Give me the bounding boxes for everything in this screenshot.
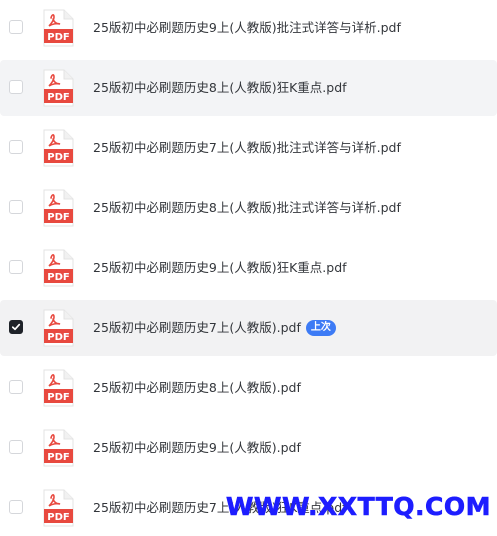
last-opened-badge: 上次 bbox=[305, 319, 336, 336]
file-name[interactable]: 25版初中必刷题历史8上(人教版)狂K重点.pdf bbox=[93, 60, 347, 116]
pdf-icon-label: PDF bbox=[47, 512, 69, 523]
pdf-file-icon: PDF bbox=[42, 369, 74, 407]
file-name-text: 25版初中必刷题历史9上(人教版)批注式详答与详析.pdf bbox=[93, 20, 401, 35]
file-row[interactable]: PDF 25版初中必刷题历史9上(人教版).pdf bbox=[0, 420, 497, 476]
checkmark-icon bbox=[11, 323, 21, 331]
pdf-file-icon: PDF bbox=[42, 69, 74, 107]
checkbox[interactable] bbox=[9, 260, 23, 274]
checkbox[interactable] bbox=[9, 440, 23, 454]
file-name[interactable]: 25版初中必刷题历史7上(人教版).pdf 上次 bbox=[93, 300, 336, 356]
file-name-text: 25版初中必刷题历史8上(人教版)狂K重点.pdf bbox=[93, 80, 347, 95]
pdf-file-icon: PDF bbox=[42, 189, 74, 227]
checkbox[interactable] bbox=[9, 500, 23, 514]
pdf-file-icon: PDF bbox=[42, 249, 74, 287]
pdf-icon-label: PDF bbox=[47, 32, 69, 43]
file-row[interactable]: PDF 25版初中必刷题历史8上(人教版)批注式详答与详析.pdf bbox=[0, 180, 497, 236]
checkbox[interactable] bbox=[9, 20, 23, 34]
file-name[interactable]: 25版初中必刷题历史9上(人教版)狂K重点.pdf bbox=[93, 240, 347, 296]
file-name[interactable]: 25版初中必刷题历史7上(人教版)批注式详答与详析.pdf bbox=[93, 120, 401, 176]
file-name-text: 25版初中必刷题历史7上(人教版)批注式详答与详析.pdf bbox=[93, 140, 401, 155]
file-row[interactable]: PDF 25版初中必刷题历史8上(人教版)狂K重点.pdf bbox=[0, 60, 497, 116]
watermark: WWW.XXTTQ.COM bbox=[225, 492, 491, 522]
checkbox-checked[interactable] bbox=[9, 320, 23, 334]
file-row[interactable]: PDF 25版初中必刷题历史8上(人教版).pdf bbox=[0, 360, 497, 416]
file-row[interactable]: PDF 25版初中必刷题历史7上(人教版).pdf 上次 bbox=[0, 300, 497, 356]
file-name-text: 25版初中必刷题历史7上(人教版).pdf bbox=[93, 320, 301, 335]
file-row[interactable]: PDF 25版初中必刷题历史9上(人教版)狂K重点.pdf bbox=[0, 240, 497, 296]
file-name-text: 25版初中必刷题历史8上(人教版).pdf bbox=[93, 380, 301, 395]
file-name-text: 25版初中必刷题历史8上(人教版)批注式详答与详析.pdf bbox=[93, 200, 401, 215]
file-name[interactable]: 25版初中必刷题历史9上(人教版).pdf bbox=[93, 420, 301, 476]
pdf-icon-label: PDF bbox=[47, 332, 69, 343]
checkbox[interactable] bbox=[9, 80, 23, 94]
pdf-file-icon: PDF bbox=[42, 489, 74, 527]
file-name[interactable]: 25版初中必刷题历史8上(人教版).pdf bbox=[93, 360, 301, 416]
file-name[interactable]: 25版初中必刷题历史8上(人教版)批注式详答与详析.pdf bbox=[93, 180, 401, 236]
pdf-file-icon: PDF bbox=[42, 429, 74, 467]
checkbox[interactable] bbox=[9, 140, 23, 154]
pdf-icon-label: PDF bbox=[47, 92, 69, 103]
pdf-icon-label: PDF bbox=[47, 152, 69, 163]
checkbox[interactable] bbox=[9, 380, 23, 394]
checkbox[interactable] bbox=[9, 200, 23, 214]
pdf-icon-label: PDF bbox=[47, 452, 69, 463]
pdf-file-icon: PDF bbox=[42, 9, 74, 47]
pdf-icon-label: PDF bbox=[47, 392, 69, 403]
pdf-file-icon: PDF bbox=[42, 309, 74, 347]
pdf-icon-label: PDF bbox=[47, 212, 69, 223]
file-row[interactable]: PDF 25版初中必刷题历史7上(人教版)批注式详答与详析.pdf bbox=[0, 120, 497, 176]
file-name-text: 25版初中必刷题历史9上(人教版).pdf bbox=[93, 440, 301, 455]
file-name-text: 25版初中必刷题历史9上(人教版)狂K重点.pdf bbox=[93, 260, 347, 275]
file-row[interactable]: PDF 25版初中必刷题历史9上(人教版)批注式详答与详析.pdf bbox=[0, 0, 497, 56]
pdf-file-icon: PDF bbox=[42, 129, 74, 167]
file-name[interactable]: 25版初中必刷题历史9上(人教版)批注式详答与详析.pdf bbox=[93, 0, 401, 56]
pdf-icon-label: PDF bbox=[47, 272, 69, 283]
